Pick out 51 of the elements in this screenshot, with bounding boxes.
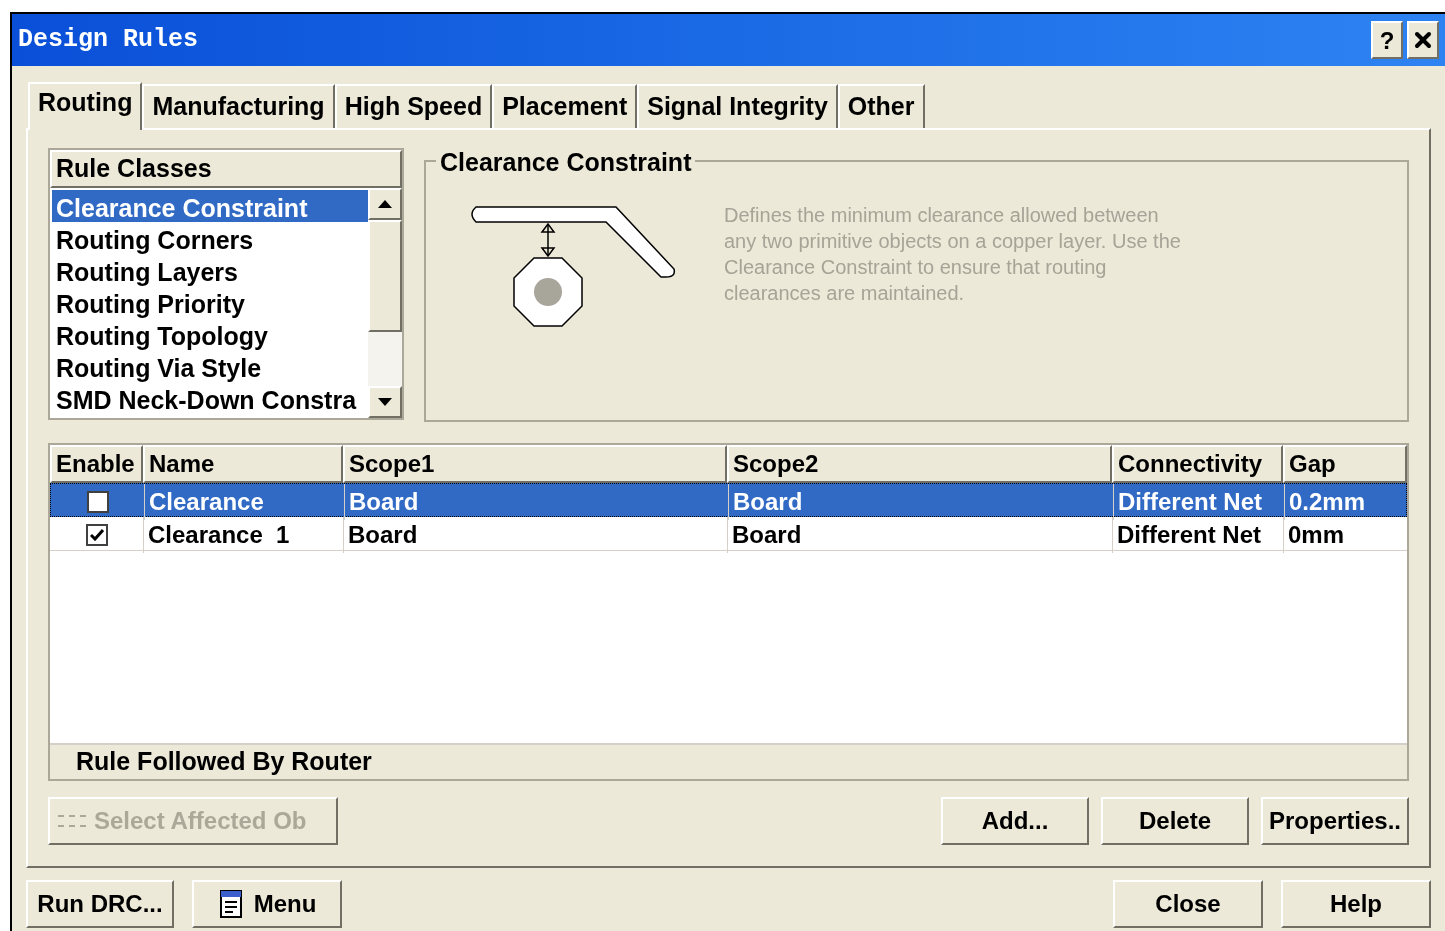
menu-button[interactable]: Menu xyxy=(192,880,342,928)
column-header[interactable]: Scope2 xyxy=(727,445,1112,483)
column-header[interactable]: Scope1 xyxy=(343,445,727,483)
list-item[interactable]: SMD Neck-Down Constra xyxy=(52,382,368,414)
tab[interactable]: Placement xyxy=(492,84,638,128)
column-header[interactable]: Enable xyxy=(50,445,143,483)
down-arrow-icon xyxy=(378,398,392,406)
dialog-button[interactable]: Help xyxy=(1281,880,1431,928)
table-cell: 0.2mm xyxy=(1284,484,1406,520)
table-cell: Different Net xyxy=(1113,484,1284,520)
table-row[interactable]: Clearance 1 Board Board Different Net 0mm xyxy=(50,517,1407,551)
tab[interactable]: Routing xyxy=(28,82,143,130)
description-text: Defines the minimum clearance allowed between any two primitive objects on a copper layer. Use the Clearance Constraint to ensure that routing clearances are maintained. xyxy=(724,203,1182,306)
list-item[interactable]: Routing Priority xyxy=(52,286,368,318)
table-cell: Board xyxy=(727,517,1112,553)
column-header[interactable]: Connectivity xyxy=(1112,445,1283,483)
table-cell: Board xyxy=(343,517,727,553)
tab[interactable]: High Speed xyxy=(334,84,493,128)
table-cell: Different Net xyxy=(1112,517,1283,553)
up-arrow-icon xyxy=(378,200,392,208)
table-cell: Clearance 1 xyxy=(143,517,343,553)
list-item[interactable]: Routing Topology xyxy=(52,318,368,350)
checkbox[interactable] xyxy=(85,524,108,546)
close-button[interactable] xyxy=(1407,21,1439,59)
list-item[interactable]: Routing Corners xyxy=(52,222,368,254)
dialog-button[interactable]: Run DRC... xyxy=(26,880,174,928)
window-title: Design Rules xyxy=(18,24,200,57)
table-row[interactable]: Clearance Board Board Different Net 0.2mm xyxy=(50,483,1407,517)
dialog-button[interactable]: Properties.. xyxy=(1261,797,1409,845)
tab[interactable]: Manufacturing xyxy=(142,84,335,128)
column-header[interactable]: Gap xyxy=(1283,445,1407,483)
tab[interactable]: Signal Integrity xyxy=(637,84,838,128)
dialog-button[interactable]: Add... xyxy=(941,797,1089,845)
table-cell: Board xyxy=(728,484,1113,520)
checkbox[interactable] xyxy=(86,491,109,513)
list-header: Rule Classes xyxy=(50,150,402,188)
list-item[interactable]: Clearance Constraint xyxy=(52,190,368,222)
table-footer: Rule Followed By Router xyxy=(50,743,1407,779)
table-cell: Clearance xyxy=(144,484,344,520)
table-cell: 0mm xyxy=(1283,517,1407,553)
scroll-bar[interactable] xyxy=(368,188,402,418)
help-button[interactable]: ? xyxy=(1371,21,1403,59)
list-item[interactable]: Routing Layers xyxy=(52,254,368,286)
column-header[interactable]: Name xyxy=(143,445,343,483)
table-cell: Board xyxy=(344,484,728,520)
list-item[interactable]: Routing Via Style xyxy=(52,350,368,382)
dialog-button[interactable]: Close xyxy=(1113,880,1263,928)
tab[interactable]: Other xyxy=(837,84,925,128)
dashed-line-icon xyxy=(58,815,86,827)
dialog-button[interactable]: Delete xyxy=(1101,797,1249,845)
check-icon xyxy=(89,529,104,541)
